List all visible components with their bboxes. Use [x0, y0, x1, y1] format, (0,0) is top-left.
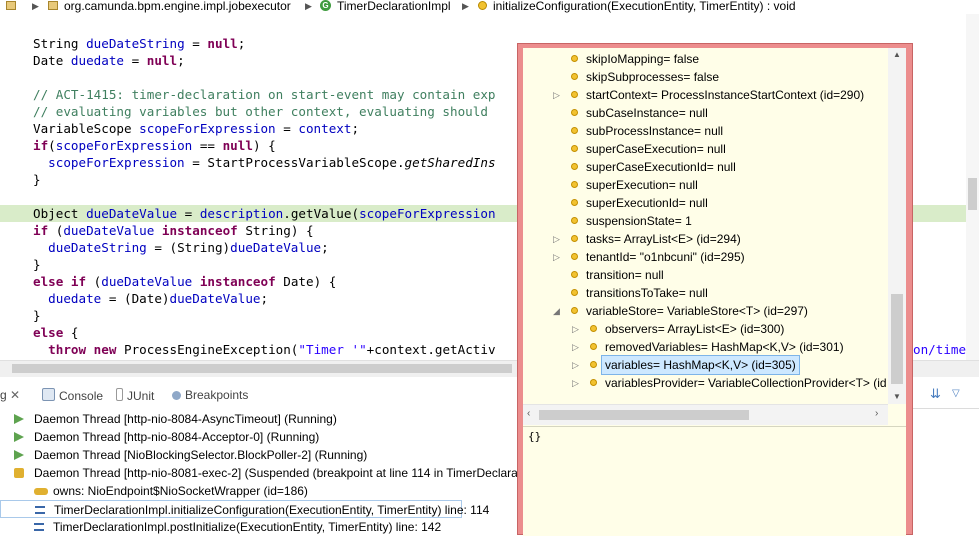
running-thread-icon: [14, 450, 24, 460]
field-icon: [571, 217, 578, 224]
breadcrumb-method[interactable]: initializeConfiguration(ExecutionEntity,…: [493, 0, 796, 12]
field-icon: [571, 199, 578, 206]
scroll-thumb[interactable]: [968, 178, 977, 210]
scroll-up-icon[interactable]: ▲: [893, 50, 901, 59]
field-icon: [590, 379, 597, 386]
detail-pane[interactable]: {}: [523, 426, 906, 536]
key-icon: [34, 488, 48, 495]
stack-frame-selected[interactable]: TimerDeclarationImpl.initializeConfigura…: [0, 500, 489, 518]
field-icon: [571, 55, 578, 62]
breadcrumb: ▶ org.camunda.bpm.engine.impl.jobexecuto…: [0, 0, 979, 14]
tab-console[interactable]: Console: [42, 388, 103, 403]
tab-console-label: Console: [59, 389, 104, 403]
suspended-thread-icon: [14, 468, 24, 478]
scroll-right-icon[interactable]: ›: [875, 408, 878, 419]
breakpoint-icon: [172, 391, 181, 400]
scroll-down-icon[interactable]: ▼: [893, 392, 901, 401]
popup-horizontal-scrollbar[interactable]: ‹ ›: [523, 404, 888, 425]
field-icon: [571, 271, 578, 278]
expand-icon[interactable]: ▷: [553, 86, 560, 104]
junit-icon: [116, 388, 123, 401]
field-icon: [590, 343, 597, 350]
field-icon: [590, 361, 597, 368]
field-icon: [590, 325, 597, 332]
collapse-all-icon[interactable]: ⇊: [930, 386, 941, 402]
scroll-thumb[interactable]: [539, 410, 749, 420]
field-icon: [571, 307, 578, 314]
tab-breakpoints-label: Breakpoints: [185, 388, 249, 402]
field-icon: [571, 235, 578, 242]
expand-icon[interactable]: ▷: [572, 374, 579, 392]
expand-icon[interactable]: ▷: [572, 356, 579, 374]
project-icon: [6, 1, 16, 10]
field-icon: [571, 163, 578, 170]
method-icon: [478, 1, 487, 10]
editor-vertical-scrollbar[interactable]: [966, 14, 979, 360]
scroll-left-icon[interactable]: ‹: [527, 408, 530, 419]
stack-frame-icon: [34, 523, 44, 531]
stack-frame-icon: [35, 506, 45, 514]
breadcrumb-separator-icon: ▶: [32, 1, 39, 11]
expand-icon[interactable]: ▷: [572, 338, 579, 356]
collapse-icon[interactable]: ◢: [553, 302, 560, 320]
field-icon: [571, 253, 578, 260]
code-overflow-text: on/time: [913, 342, 967, 357]
field-icon: [571, 289, 578, 296]
breadcrumb-class[interactable]: TimerDeclarationImpl: [337, 0, 451, 12]
close-icon[interactable]: ✕: [10, 388, 20, 402]
tab-breakpoints[interactable]: Breakpoints: [172, 388, 248, 402]
expand-icon[interactable]: ▷: [553, 248, 560, 266]
scroll-thumb[interactable]: [891, 294, 903, 384]
breadcrumb-separator-icon: ▶: [305, 1, 312, 11]
field-icon: [571, 73, 578, 80]
expand-icon[interactable]: ▷: [553, 230, 560, 248]
class-icon: G: [320, 0, 331, 11]
tab-junit-label: JUnit: [127, 389, 155, 403]
field-icon: [571, 181, 578, 188]
breadcrumb-package[interactable]: org.camunda.bpm.engine.impl.jobexecutor: [64, 0, 291, 12]
field-icon: [571, 127, 578, 134]
detail-text: {}: [528, 430, 542, 443]
field-icon: [571, 145, 578, 152]
console-icon: [42, 388, 55, 401]
view-menu-icon[interactable]: ▽: [952, 388, 960, 399]
tab-debug[interactable]: g ✕: [0, 388, 20, 402]
breadcrumb-separator-icon: ▶: [462, 1, 469, 11]
field-icon: [571, 109, 578, 116]
popup-vertical-scrollbar[interactable]: ▲ ▼: [888, 48, 906, 404]
field-icon: [571, 91, 578, 98]
expand-icon[interactable]: ▷: [572, 320, 579, 338]
running-thread-icon: [14, 432, 24, 442]
tab-debug-label: g: [0, 388, 7, 402]
package-icon: [48, 1, 58, 10]
scroll-thumb[interactable]: [12, 364, 512, 373]
debug-threads-tree[interactable]: Daemon Thread [http-nio-8084-AsyncTimeou…: [0, 408, 521, 535]
running-thread-icon: [14, 414, 24, 424]
tab-junit[interactable]: JUnit: [116, 388, 154, 403]
